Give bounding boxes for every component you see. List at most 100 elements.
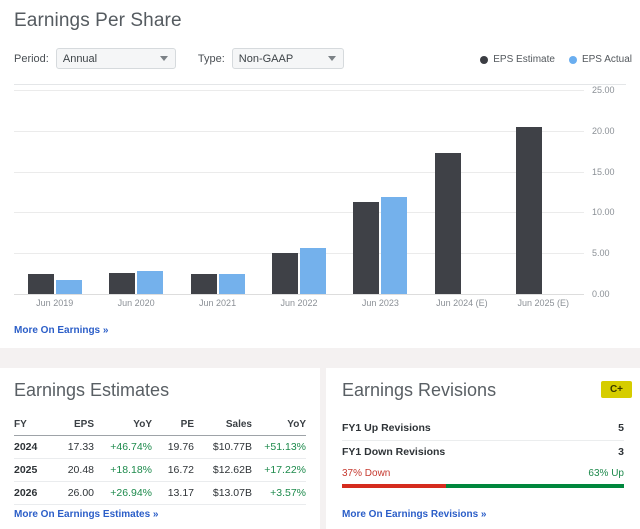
- percent-up-label: 63% Up: [588, 468, 624, 479]
- gridline: [14, 294, 584, 295]
- fy1-down-revisions-label: FY1 Down Revisions: [342, 446, 445, 458]
- bar-group: [435, 90, 489, 294]
- earnings-estimates-title: Earnings Estimates: [14, 380, 169, 401]
- page-title: Earnings Per Share: [14, 10, 182, 32]
- cell-yoy-sales: +3.57%: [252, 482, 306, 505]
- bar-estimate[interactable]: [28, 274, 54, 294]
- meter-up-segment: [446, 484, 624, 488]
- y-axis-tick-label: 20.00: [592, 126, 615, 136]
- bar-group: [109, 90, 163, 294]
- table-row: 2024 17.33 +46.74% 19.76 $10.77B +51.13%: [14, 436, 306, 459]
- period-select-value: Annual: [63, 53, 97, 65]
- fy1-down-revisions-value: 3: [618, 446, 624, 458]
- legend-dot-icon: [569, 56, 577, 64]
- type-select-value: Non-GAAP: [239, 53, 293, 65]
- column-header-yoy-sales: YoY: [252, 416, 306, 436]
- cell-yoy-sales: +51.13%: [252, 436, 306, 459]
- y-axis-tick-label: 25.00: [592, 85, 615, 95]
- cell-fy: 2026: [14, 482, 52, 505]
- bar-group: [353, 90, 407, 294]
- period-select[interactable]: Annual: [56, 48, 176, 69]
- x-axis-tick-label: Jun 2025 (E): [518, 298, 570, 308]
- legend-label: EPS Estimate: [493, 54, 555, 65]
- cell-yoy-eps: +26.94%: [94, 482, 152, 505]
- revisions-meter-labels: 37% Down 63% Up: [342, 468, 624, 479]
- type-label: Type:: [198, 53, 225, 65]
- cell-yoy-eps: +46.74%: [94, 436, 152, 459]
- bar-actual[interactable]: [56, 280, 82, 294]
- eps-bar-chart: 0.005.0010.0015.0020.0025.00 Jun 2019Jun…: [14, 90, 626, 300]
- cell-eps: 26.00: [52, 482, 94, 505]
- bar-actual[interactable]: [381, 197, 407, 294]
- period-label: Period:: [14, 53, 49, 65]
- x-axis-tick-label: Jun 2020: [118, 298, 155, 308]
- chart-plot-area: [14, 90, 584, 294]
- cell-sales: $10.77B: [194, 436, 252, 459]
- cell-yoy-eps: +18.18%: [94, 459, 152, 482]
- table-header-row: FY EPS YoY PE Sales YoY: [14, 416, 306, 436]
- bar-estimate[interactable]: [353, 202, 379, 294]
- table-row: 2025 20.48 +18.18% 16.72 $12.62B +17.22%: [14, 459, 306, 482]
- bar-actual[interactable]: [219, 274, 245, 294]
- percent-down-label: 37% Down: [342, 468, 390, 479]
- more-on-earnings-link[interactable]: More On Earnings »: [14, 325, 108, 336]
- type-select[interactable]: Non-GAAP: [232, 48, 344, 69]
- column-header-fy: FY: [14, 416, 52, 436]
- column-header-yoy-eps: YoY: [94, 416, 152, 436]
- cell-fy: 2025: [14, 459, 52, 482]
- divider: [14, 84, 626, 85]
- x-axis-tick-label: Jun 2019: [36, 298, 73, 308]
- bar-group: [516, 90, 570, 294]
- bar-group: [191, 90, 245, 294]
- y-axis-tick-label: 0.00: [592, 289, 610, 299]
- legend-dot-icon: [480, 56, 488, 64]
- y-axis-tick-label: 15.00: [592, 167, 615, 177]
- x-axis-tick-label: Jun 2023: [362, 298, 399, 308]
- cell-pe: 13.17: [152, 482, 194, 505]
- cell-fy: 2024: [14, 436, 52, 459]
- bar-estimate[interactable]: [435, 153, 461, 294]
- fy1-up-revisions-label: FY1 Up Revisions: [342, 422, 431, 434]
- bar-estimate[interactable]: [191, 274, 217, 294]
- bar-estimate[interactable]: [516, 127, 542, 294]
- column-header-eps: EPS: [52, 416, 94, 436]
- earnings-estimates-table: FY EPS YoY PE Sales YoY 2024 17.33 +46.7…: [14, 416, 306, 505]
- table-row: 2026 26.00 +26.94% 13.17 $13.07B +3.57%: [14, 482, 306, 505]
- legend-item-eps-actual: EPS Actual: [569, 54, 632, 65]
- bar-estimate[interactable]: [272, 253, 298, 294]
- cell-pe: 16.72: [152, 459, 194, 482]
- legend-label: EPS Actual: [582, 54, 632, 65]
- earnings-per-share-panel: Earnings Per Share Period: Annual Type: …: [0, 0, 640, 348]
- earnings-revisions-panel: Earnings Revisions C+ FY1 Up Revisions 5…: [326, 368, 640, 529]
- fy1-up-revisions-value: 5: [618, 422, 624, 434]
- meter-down-segment: [342, 484, 446, 488]
- y-axis-tick-label: 10.00: [592, 207, 615, 217]
- revisions-meter: [342, 484, 624, 488]
- cell-sales: $13.07B: [194, 482, 252, 505]
- list-item: FY1 Up Revisions 5: [342, 416, 624, 441]
- more-on-earnings-estimates-link[interactable]: More On Earnings Estimates »: [14, 509, 159, 520]
- column-header-pe: PE: [152, 416, 194, 436]
- earnings-revisions-title: Earnings Revisions: [342, 380, 496, 401]
- x-axis-tick-label: Jun 2024 (E): [436, 298, 488, 308]
- bar-actual[interactable]: [137, 271, 163, 294]
- chart-bars-layer: [14, 90, 584, 294]
- cell-eps: 20.48: [52, 459, 94, 482]
- cell-pe: 19.76: [152, 436, 194, 459]
- status-badge: C+: [601, 381, 632, 398]
- x-axis-tick-label: Jun 2021: [199, 298, 236, 308]
- legend-item-eps-estimate: EPS Estimate: [480, 54, 555, 65]
- bar-group: [28, 90, 82, 294]
- bar-group: [272, 90, 326, 294]
- cell-yoy-sales: +17.22%: [252, 459, 306, 482]
- earnings-estimates-panel: Earnings Estimates FY EPS YoY PE Sales Y…: [0, 368, 320, 529]
- bar-estimate[interactable]: [109, 273, 135, 294]
- chevron-down-icon: [328, 56, 336, 61]
- chart-controls: Period: Annual Type: Non-GAAP: [14, 48, 344, 69]
- bar-actual[interactable]: [300, 248, 326, 294]
- more-on-earnings-revisions-link[interactable]: More On Earnings Revisions »: [342, 509, 486, 520]
- y-axis-tick-label: 5.00: [592, 248, 610, 258]
- column-header-sales: Sales: [194, 416, 252, 436]
- chevron-down-icon: [160, 56, 168, 61]
- list-item: FY1 Down Revisions 3: [342, 440, 624, 464]
